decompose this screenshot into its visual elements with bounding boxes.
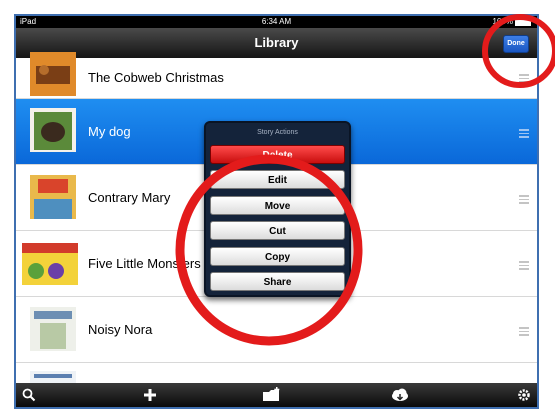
book-title: Five Little Monsters [88,256,201,271]
nav-bar: Library Done [16,28,537,58]
reorder-icon[interactable] [519,259,529,272]
reorder-icon[interactable] [519,127,529,140]
book-title: My dog [88,124,131,139]
delete-button[interactable]: Delete [210,145,345,164]
bottom-toolbar [16,383,537,407]
book-cover-noisy-nora [30,307,76,351]
edit-button[interactable]: Edit [210,170,345,189]
status-bar: iPad 6:34 AM 100% [16,16,537,28]
search-icon[interactable] [22,388,36,402]
reorder-icon[interactable] [519,193,529,206]
book-row[interactable]: The Cobweb Christmas [16,52,537,99]
book-title: The Cobweb Christmas [88,70,224,85]
book-row[interactable]: Noisy Nora [16,297,537,363]
book-cover-my-dog [30,108,76,152]
ipad-screen: iPad 6:34 AM 100% Library Done The Cobwe… [14,14,539,409]
new-folder-icon[interactable] [262,387,282,403]
page-title: Library [254,35,299,50]
battery-indicator: 100% [493,16,531,28]
book-title: Noisy Nora [88,322,153,337]
cloud-download-icon[interactable] [390,388,410,402]
battery-icon [515,17,531,26]
reorder-icon[interactable] [519,72,529,85]
book-cover-cobweb [30,52,76,96]
status-time: 6:34 AM [261,17,292,26]
book-cover-contrary-mary [30,175,76,219]
done-button[interactable]: Done [503,35,529,53]
settings-icon[interactable] [516,387,532,403]
move-button[interactable]: Move [210,196,345,215]
reorder-icon[interactable] [519,325,529,338]
battery-percent: 100% [492,17,513,26]
add-icon[interactable] [143,388,157,402]
book-title: Contrary Mary [88,190,171,205]
copy-button[interactable]: Copy [210,247,345,266]
book-cover-five-little-monsters [22,243,78,285]
cut-button[interactable]: Cut [210,221,345,240]
story-actions-popup: Story Actions Delete Edit Move Cut Copy … [204,121,351,297]
share-button[interactable]: Share [210,272,345,291]
popup-title: Story Actions [257,129,298,136]
